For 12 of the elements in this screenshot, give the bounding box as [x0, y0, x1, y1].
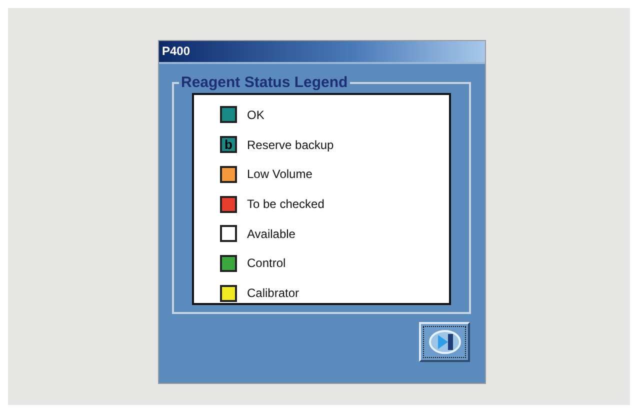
legend-label: Available: [247, 226, 296, 241]
window-title: P400: [159, 41, 485, 64]
legend-label: Calibrator: [247, 286, 300, 300]
legend-label: Reserve backup: [247, 138, 334, 152]
next-button[interactable]: [419, 322, 470, 362]
play-next-icon: [428, 329, 462, 355]
legend-title: Reagent Status Legend: [179, 74, 350, 92]
legend-label: To be checked: [247, 197, 324, 212]
legend-label: Low Volume: [247, 167, 312, 182]
legend-label: OK: [247, 108, 264, 122]
legend-label: Control: [247, 256, 286, 270]
status-swatch: b: [220, 136, 237, 154]
